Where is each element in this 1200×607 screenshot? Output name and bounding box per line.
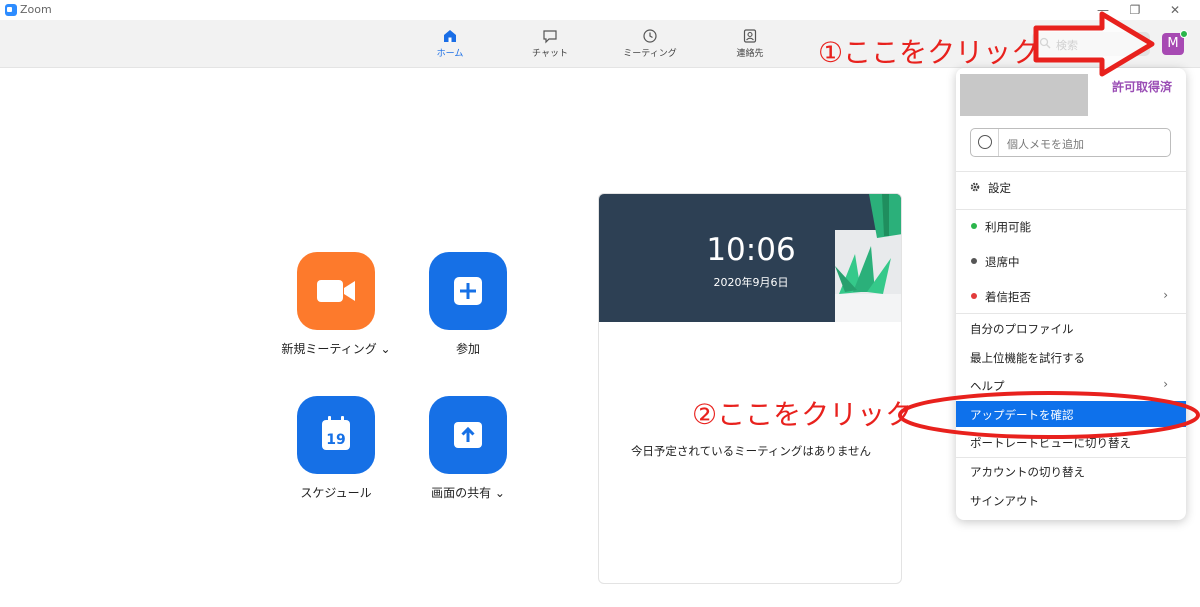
emoji-button[interactable] <box>971 129 999 156</box>
available-status-icon <box>971 223 977 229</box>
away-status-icon <box>971 258 977 264</box>
menu-item-settings-label: 設定 <box>988 181 1011 195</box>
check-for-updates-label: アップデートを確認 <box>970 408 1074 422</box>
zoom-window: Zoom — ❐ ✕ ホーム チャット ミーティング 連絡先 検索 M 新規ミー… <box>0 0 1200 607</box>
menu-item-switch-account[interactable]: アカウントの切り替え <box>956 458 1186 484</box>
redacted-profile-name <box>960 74 1088 116</box>
menu-item-settings[interactable]: 設定 <box>956 174 1186 200</box>
help-label: ヘルプ <box>970 379 1005 393</box>
tab-meetings[interactable]: ミーティング <box>610 28 690 64</box>
menu-item-status-available[interactable]: 利用可能 <box>956 213 1186 239</box>
menu-item-status-away[interactable]: 退席中 <box>956 248 1186 274</box>
status-dnd-label: 着信拒否 <box>985 290 1031 304</box>
menu-item-check-for-updates[interactable]: アップデートを確認 <box>956 401 1186 427</box>
share-screen-icon <box>454 422 482 448</box>
search-label: 検索 <box>1056 39 1078 52</box>
menu-item-portrait-view[interactable]: ポートレートビューに切り替え <box>956 429 1186 455</box>
calendar-icon: 19 <box>322 416 350 450</box>
join-tile <box>429 252 507 330</box>
home-icon <box>444 30 456 42</box>
tab-meetings-label: ミーティング <box>623 49 677 59</box>
menu-divider <box>956 313 1186 314</box>
status-available-label: 利用可能 <box>985 220 1031 234</box>
tab-home-label: ホーム <box>436 49 464 59</box>
status-away-label: 退席中 <box>985 255 1020 269</box>
chevron-right-icon: › <box>1163 288 1168 302</box>
license-status: 許可取得済 <box>1111 80 1172 94</box>
current-date: 2020年9月6日 <box>713 276 789 289</box>
step2-annotation: ②ここをクリック <box>692 398 914 431</box>
chevron-right-icon: › <box>1163 377 1168 391</box>
tab-chat[interactable]: チャット <box>510 28 590 64</box>
schedule-tile: 19 <box>297 396 375 474</box>
sign-out-label: サインアウト <box>970 494 1039 508</box>
online-status-dot <box>1180 30 1188 38</box>
tab-chat-label: チャット <box>532 49 568 59</box>
smiley-icon <box>978 135 992 149</box>
app-title: Zoom <box>20 3 52 16</box>
contacts-icon <box>743 29 757 43</box>
personal-note-placeholder: 個人メモを追加 <box>1007 138 1084 151</box>
no-meetings-message: 今日予定されているミーティングはありません <box>630 444 872 458</box>
my-profile-label: 自分のプロファイル <box>970 322 1074 336</box>
tab-contacts-label: 連絡先 <box>736 49 764 59</box>
chat-icon <box>543 30 557 44</box>
search-input[interactable]: 検索 <box>1032 32 1150 56</box>
join-label: 参加 <box>455 342 480 356</box>
menu-item-sign-out[interactable]: サインアウト <box>956 487 1186 513</box>
gear-icon <box>970 182 980 192</box>
upcoming-meetings-card: 10:06 2020年9月6日 今日予定されているミーティングはありません <box>598 193 902 584</box>
share-screen-tile <box>429 396 507 474</box>
join-button[interactable]: 参加 <box>388 252 548 372</box>
video-camera-icon <box>317 280 355 302</box>
close-button[interactable]: ✕ <box>1160 2 1190 18</box>
portrait-view-label: ポートレートビューに切り替え <box>970 436 1131 450</box>
do-not-disturb-status-icon <box>971 293 977 299</box>
minimize-button[interactable]: — <box>1088 2 1118 18</box>
share-screen-label: 画面の共有 ⌄ <box>431 486 505 500</box>
step1-annotation: ①ここをクリック <box>818 36 1040 69</box>
menu-divider <box>956 209 1186 210</box>
switch-account-label: アカウントの切り替え <box>970 465 1085 479</box>
menu-item-my-profile[interactable]: 自分のプロファイル <box>956 315 1186 341</box>
clock-icon <box>643 29 657 43</box>
menu-divider <box>956 171 1186 172</box>
current-time: 10:06 <box>706 232 796 268</box>
calendar-day: 19 <box>326 432 345 448</box>
menu-item-status-dnd[interactable]: 着信拒否 › <box>956 283 1186 309</box>
tab-contacts[interactable]: 連絡先 <box>710 28 790 64</box>
menu-item-try-top-features[interactable]: 最上位機能を試行する <box>956 344 1186 370</box>
plus-icon <box>454 277 482 305</box>
zoom-logo-icon <box>5 4 17 16</box>
personal-note-input[interactable]: 個人メモを追加 <box>970 128 1171 157</box>
clock-banner: 10:06 2020年9月6日 <box>599 194 901 322</box>
new-meeting-tile <box>297 252 375 330</box>
title-bar: Zoom — ❐ ✕ <box>0 0 1200 20</box>
tab-home[interactable]: ホーム <box>410 28 490 64</box>
try-top-features-label: 最上位機能を試行する <box>970 351 1085 365</box>
search-icon <box>1039 37 1051 49</box>
menu-item-help[interactable]: ヘルプ › <box>956 372 1186 398</box>
profile-menu: 許可取得済 個人メモを追加 設定 利用可能 退席中 着信拒否 › 自分のプロファ… <box>956 68 1186 520</box>
maximize-button[interactable]: ❐ <box>1120 2 1150 18</box>
share-screen-button[interactable]: 画面の共有 ⌄ <box>388 396 548 516</box>
